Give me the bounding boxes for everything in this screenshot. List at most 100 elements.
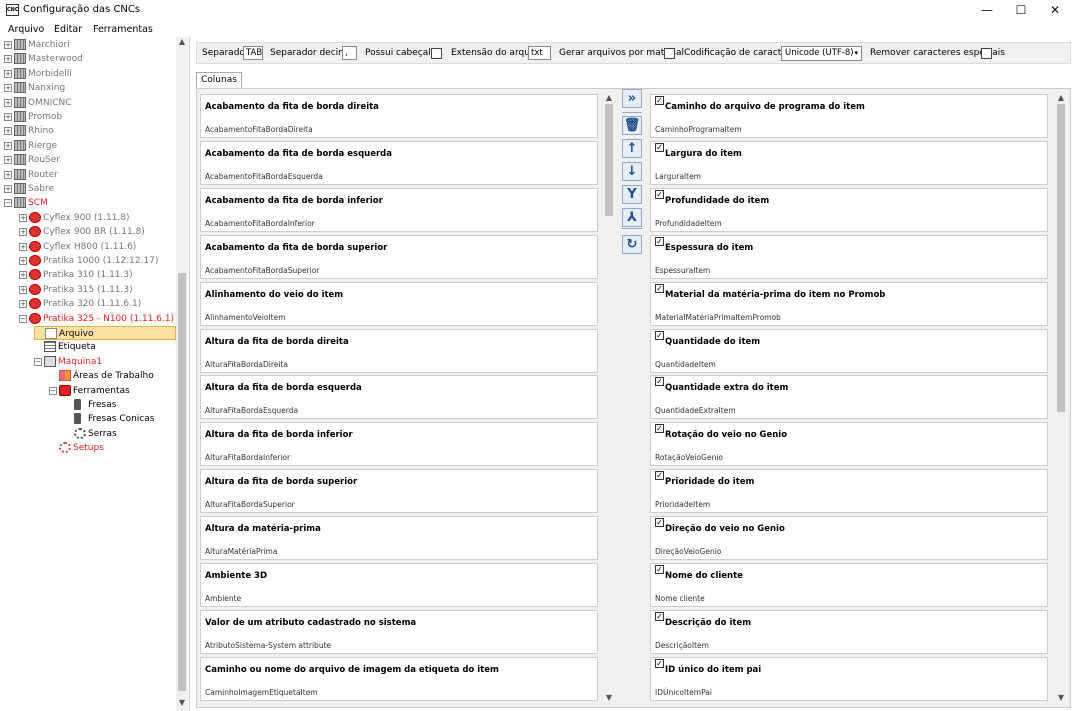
expand-toggle-icon[interactable]: + — [4, 55, 12, 64]
expand-toggle-icon[interactable]: + — [19, 271, 27, 280]
tree-item-model[interactable]: + Pratika 310 (1.11.3) — [0, 268, 176, 282]
column-checkbox[interactable]: ✓ — [655, 471, 664, 481]
tree-item-fresas[interactable]: Fresas — [0, 398, 176, 412]
trash-icon[interactable]: 🗑 — [622, 116, 642, 135]
tree-item-setups[interactable]: Setups — [0, 441, 176, 455]
tree-item-serras[interactable]: Serras — [0, 427, 176, 441]
tab-colunas[interactable]: Colunas — [196, 72, 242, 88]
expand-toggle-icon[interactable]: − — [4, 199, 12, 208]
tree-item-machine[interactable]: + Masterwood — [0, 52, 176, 66]
expand-toggle-icon[interactable]: + — [19, 285, 27, 294]
expand-toggle-icon[interactable]: + — [4, 127, 12, 136]
tree-item-machine[interactable]: + Rierge — [0, 139, 176, 153]
tree-item-machine[interactable]: + Router — [0, 168, 176, 182]
column-checkbox[interactable]: ✓ — [655, 424, 664, 434]
column-checkbox[interactable]: ✓ — [655, 283, 664, 293]
tree-scroll-down-icon[interactable]: ▼ — [177, 698, 187, 707]
tree-item-machine[interactable]: + RouSer — [0, 153, 176, 167]
column-checkbox[interactable]: ✓ — [655, 96, 664, 105]
menu-ferramentas[interactable]: Ferramentas — [93, 24, 153, 35]
column-card[interactable]: Acabamento da fita de borda superior Acab… — [200, 234, 598, 279]
expand-toggle-icon[interactable]: + — [4, 156, 12, 165]
expand-toggle-icon[interactable]: + — [19, 213, 27, 222]
column-checkbox[interactable]: ✓ — [655, 565, 664, 574]
merge-icon[interactable]: Y — [622, 185, 642, 204]
tree-item-etiqueta[interactable]: Etiqueta — [0, 340, 176, 354]
minimize-button[interactable]: — — [970, 0, 1004, 21]
menu-editar[interactable]: Editar — [54, 24, 82, 35]
expand-toggle-icon[interactable]: − — [49, 386, 57, 395]
column-card[interactable]: ✓ Quantidade extra do item QuantidadeExtra… — [650, 375, 1048, 420]
column-card[interactable]: Acabamento da fita de borda inferior Acab… — [200, 187, 598, 232]
column-card[interactable]: Acabamento da fita de borda direita Acaba… — [200, 94, 598, 138]
column-card[interactable]: ✓ Direção do veio no Genio DireçãoVeioGeni… — [650, 516, 1048, 561]
tree-item-active-model[interactable]: − Pratika 325 - N100 (1.11.6.1) — [0, 312, 176, 326]
cabecalho-checkbox[interactable] — [431, 48, 442, 59]
tree-item-maquina[interactable]: − Maquina1 — [0, 355, 176, 369]
column-checkbox[interactable]: ✓ — [655, 236, 664, 246]
tree-item-model[interactable]: + Pratika 1000 (1.12.12.17) — [0, 254, 176, 268]
column-card[interactable]: Altura da fita de borda direita AlturaFit… — [200, 328, 598, 373]
column-checkbox[interactable]: ✓ — [655, 142, 664, 152]
column-card[interactable]: Caminho ou nome do arquivo de imagem da … — [200, 656, 598, 701]
tree-scroll-thumb[interactable] — [178, 273, 186, 691]
column-card[interactable]: ✓ Prioridade do item PrioridadeItem — [650, 469, 1048, 514]
tree-scroll-up-icon[interactable]: ▲ — [177, 37, 187, 46]
column-checkbox[interactable]: ✓ — [655, 611, 664, 621]
column-card[interactable]: Ambiente 3D Ambiente — [200, 563, 598, 607]
tree-item-machine[interactable]: + Sabre — [0, 182, 176, 196]
decimal-input[interactable]: , — [342, 46, 357, 60]
column-checkbox[interactable]: ✓ — [655, 377, 664, 387]
expand-toggle-icon[interactable]: + — [4, 98, 12, 107]
tree-item-model[interactable]: + Cyflex H800 (1.11.6) — [0, 240, 176, 254]
menu-arquivo[interactable]: Arquivo — [8, 24, 44, 35]
tree-item-machine[interactable]: + Promob — [0, 110, 176, 124]
column-card[interactable]: Acabamento da fita de borda esquerda Acab… — [200, 140, 598, 185]
column-card[interactable]: Altura da fita de borda superior AlturaFi… — [200, 469, 598, 514]
tree-item-model[interactable]: + Cyflex 900 (1.11.8) — [0, 211, 176, 225]
expand-toggle-icon[interactable]: + — [4, 185, 12, 193]
arrow-down-icon[interactable]: ↓ — [622, 162, 642, 181]
column-card[interactable]: ✓ Material da matéria-prima do item no Pr… — [650, 281, 1048, 326]
column-card[interactable]: ✓ Largura do item LarguraItem — [650, 140, 1048, 185]
column-card[interactable]: ✓ ID único do item pai IDÚnicoItemPai — [650, 656, 1048, 701]
codificacao-select[interactable]: Unicode (UTF-8) ▾ — [781, 46, 862, 61]
column-card[interactable]: Altura da fita de borda esquerda AlturaFi… — [200, 375, 598, 420]
tree-item-model[interactable]: + Cyflex 900 BR (1.11.8) — [0, 225, 176, 239]
expand-toggle-icon[interactable]: + — [4, 84, 12, 93]
remover-checkbox[interactable] — [981, 48, 992, 59]
column-checkbox[interactable]: ✓ — [655, 189, 664, 199]
column-card[interactable]: ✓ Profundidade do item ProfundidadeItem — [650, 187, 1048, 232]
left-scroll-up-icon[interactable]: ▲ — [604, 93, 614, 102]
column-checkbox[interactable]: ✓ — [655, 330, 664, 340]
tree-item-machine[interactable]: + Rhino — [0, 124, 176, 138]
column-card[interactable]: Altura da fita de borda inferior AlturaFi… — [200, 422, 598, 467]
tree-item-model[interactable]: + Pratika 315 (1.11.3) — [0, 283, 176, 297]
expand-toggle-icon[interactable]: + — [4, 41, 12, 49]
column-card[interactable]: ✓ Caminho do arquivo de programa do item C… — [650, 94, 1048, 138]
maximize-button[interactable]: ☐ — [1004, 0, 1038, 21]
column-card[interactable]: Valor de um atributo cadastrado no siste… — [200, 609, 598, 654]
tree-item-scm[interactable]: − SCM — [0, 196, 176, 210]
tree-item-machine[interactable]: + Nanxing — [0, 81, 176, 95]
expand-toggle-icon[interactable]: + — [4, 69, 12, 78]
expand-toggle-icon[interactable]: − — [19, 314, 27, 323]
right-scroll-down-icon[interactable]: ▼ — [1056, 693, 1066, 702]
tree-item-machine[interactable]: + Morbidelli — [0, 67, 176, 81]
left-scroll-thumb[interactable] — [605, 104, 613, 216]
column-card[interactable]: Altura da matéria-prima AlturaMatériaPrim… — [200, 516, 598, 561]
expand-toggle-icon[interactable]: + — [4, 170, 12, 179]
refresh-icon[interactable]: ↻ — [622, 235, 642, 254]
expand-toggle-icon[interactable]: + — [19, 257, 27, 265]
column-card[interactable]: ✓ Rotação do veio no Genio RotaçãoVeioGeni… — [650, 422, 1048, 467]
tree-item-areas[interactable]: Áreas de Trabalho — [0, 369, 176, 383]
extensao-input[interactable]: txt — [528, 46, 551, 60]
gerar-checkbox[interactable] — [664, 48, 675, 59]
left-scroll-down-icon[interactable]: ▼ — [604, 693, 614, 702]
expand-toggle-icon[interactable]: + — [19, 300, 27, 309]
tree-item-fresas-conicas[interactable]: Fresas Conicas — [0, 412, 176, 426]
expand-toggle-icon[interactable]: + — [19, 242, 27, 251]
column-card[interactable]: ✓ Quantidade do item QuantidadeItem — [650, 328, 1048, 373]
column-checkbox[interactable]: ✓ — [655, 658, 664, 668]
right-scroll-thumb[interactable] — [1057, 104, 1065, 412]
